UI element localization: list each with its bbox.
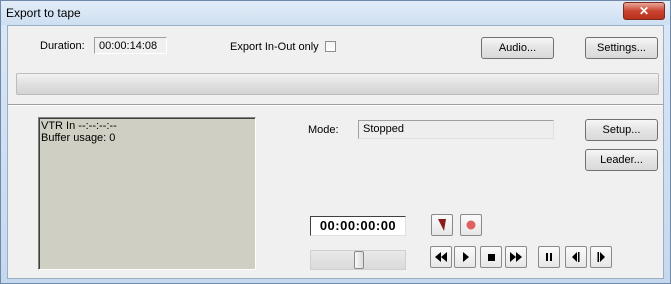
audio-button-label: Audio... <box>498 42 537 54</box>
record-icon <box>466 220 476 230</box>
shuttle-slider[interactable] <box>310 250 406 270</box>
stop-button[interactable] <box>480 246 502 268</box>
pause-button[interactable] <box>538 246 560 268</box>
buffer-usage-text: Buffer usage: 0 <box>41 132 116 144</box>
export-to-tape-window: Export to tape ✕ Duration: 00:00:14:08 E… <box>0 0 671 284</box>
title-bar[interactable]: Export to tape ✕ <box>1 1 670 25</box>
step-forward-icon <box>597 252 605 262</box>
play-button[interactable] <box>454 246 476 268</box>
close-icon: ✕ <box>638 4 650 18</box>
leader-button-label: Leader... <box>600 154 643 166</box>
step-back-button[interactable] <box>565 246 587 268</box>
step-back-icon <box>572 252 580 262</box>
vtr-status-panel: VTR In --:--:--:-- Buffer usage: 0 <box>38 117 256 270</box>
record-button[interactable] <box>460 214 482 236</box>
fast-forward-icon <box>510 252 522 262</box>
export-inout-label: Export In-Out only <box>230 41 319 53</box>
duration-value-text: 00:00:14:08 <box>99 40 158 52</box>
duration-value: 00:00:14:08 <box>94 37 167 54</box>
timecode-text: 00:00:00:00 <box>319 218 397 233</box>
step-forward-button[interactable] <box>590 246 612 268</box>
mode-value: Stopped <box>363 123 404 135</box>
export-progress-bar <box>16 73 659 95</box>
mode-label: Mode: <box>308 124 339 136</box>
export-inout-checkbox[interactable] <box>325 41 336 52</box>
dialog-client-area: Duration: 00:00:14:08 Export In-Out only… <box>7 25 664 279</box>
pause-icon <box>546 253 552 261</box>
timecode-display: 00:00:00:00 <box>310 216 406 236</box>
setup-button[interactable]: Setup... <box>585 119 658 141</box>
stop-icon <box>488 254 495 261</box>
settings-button[interactable]: Settings... <box>585 37 658 59</box>
rewind-button[interactable] <box>430 246 452 268</box>
vtr-in-text: VTR In --:--:--:-- <box>41 120 117 132</box>
mark-flag-icon <box>438 219 446 231</box>
mark-button[interactable] <box>431 214 453 236</box>
mode-field: Stopped <box>358 120 554 139</box>
setup-button-label: Setup... <box>602 124 641 136</box>
window-title: Export to tape <box>6 6 81 20</box>
play-icon <box>463 252 469 262</box>
duration-label: Duration: <box>40 40 85 52</box>
fast-forward-button[interactable] <box>505 246 527 268</box>
leader-button[interactable]: Leader... <box>585 149 658 171</box>
close-button[interactable]: ✕ <box>623 2 665 20</box>
rewind-icon <box>435 252 447 262</box>
audio-button[interactable]: Audio... <box>481 37 554 59</box>
settings-button-label: Settings... <box>597 42 646 54</box>
shuttle-slider-thumb[interactable] <box>354 251 364 269</box>
section-divider <box>8 104 663 106</box>
